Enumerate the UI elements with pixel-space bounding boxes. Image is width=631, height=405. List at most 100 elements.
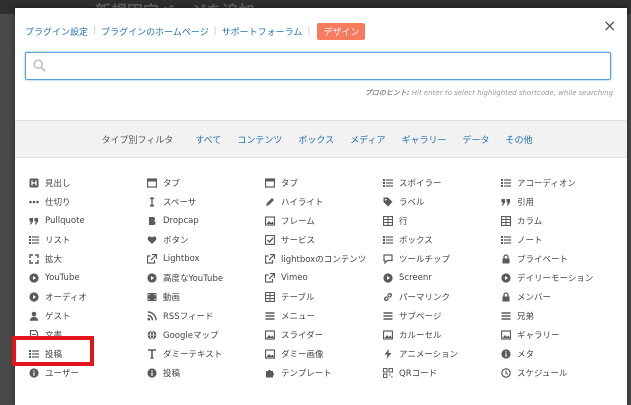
shortcode-item[interactable]: フレーム <box>265 211 383 230</box>
close-button[interactable]: × <box>603 16 616 35</box>
pencil-icon <box>265 197 275 207</box>
shortcode-item-label: 行 <box>399 216 408 227</box>
shortcode-item[interactable]: Dropcap <box>147 211 265 230</box>
shortcode-item[interactable]: メニュー <box>265 307 383 326</box>
filter-data[interactable]: データ <box>462 133 489 146</box>
shortcode-item[interactable]: スライダー <box>265 326 383 345</box>
shortcode-item[interactable]: ツールチップ <box>383 249 501 268</box>
shortcode-item[interactable]: 動画 <box>147 288 265 307</box>
shortcode-item[interactable]: Vimeo <box>265 268 383 287</box>
shortcode-item[interactable]: 高度なYouTube <box>147 268 265 287</box>
shortcode-item[interactable]: Googleマップ <box>147 326 265 345</box>
shortcode-item[interactable]: ボックス <box>383 230 501 249</box>
menu-icon <box>383 311 393 321</box>
table-icon <box>265 292 275 303</box>
info-icon <box>29 368 39 379</box>
shortcode-item[interactable]: デイリーモーション <box>501 268 619 287</box>
image-icon <box>265 330 275 340</box>
shortcode-item-label: スライダー <box>281 331 324 342</box>
shortcode-item[interactable]: スポイラー <box>383 173 501 192</box>
shortcode-item[interactable]: テンプレート <box>265 364 383 383</box>
shortcode-item[interactable]: lightboxのコンテンツ <box>265 249 383 268</box>
shortcode-item[interactable]: ダミー画像 <box>265 345 383 364</box>
admin-background-left <box>0 14 15 405</box>
shortcode-item-label: 兄弟 <box>517 312 535 323</box>
shortcode-item[interactable]: 文書 <box>29 326 147 345</box>
shortcode-item[interactable]: メンバー <box>501 288 619 307</box>
list-icon <box>383 178 393 188</box>
link-icon <box>383 292 393 302</box>
shortcode-item[interactable]: プライベート <box>501 249 619 268</box>
qr-icon <box>383 368 393 379</box>
filter-gallery[interactable]: ギャラリー <box>401 133 446 146</box>
shortcode-item[interactable]: アニメーション <box>383 345 501 364</box>
shortcode-item[interactable]: スペーサ <box>147 192 265 211</box>
shortcode-item-label: プライベート <box>517 254 569 265</box>
shortcode-item[interactable]: ラベル <box>383 192 501 211</box>
filter-box[interactable]: ボックス <box>298 133 334 146</box>
list-icon <box>29 349 39 359</box>
filter-all[interactable]: すべて <box>195 133 221 146</box>
shortcode-item[interactable]: スケジュール <box>501 364 619 383</box>
shortcode-item[interactable]: タブ <box>147 173 265 192</box>
shortcode-item[interactable]: ギャラリー <box>501 326 619 345</box>
shortcode-item-label: 投稿 <box>163 369 181 380</box>
link-separator: | <box>93 26 97 36</box>
shortcode-item[interactable]: 拡大 <box>29 249 147 268</box>
shortcode-item[interactable]: 見出し <box>29 173 147 192</box>
shortcode-item-label: Googleマップ <box>163 331 219 342</box>
shortcode-item[interactable]: オーディオ <box>29 288 147 307</box>
shortcode-item-label: リスト <box>45 235 71 246</box>
lock-icon <box>501 292 511 302</box>
shortcode-item[interactable]: カラム <box>501 211 619 230</box>
shortcode-item-label: パーマリンク <box>399 293 451 304</box>
shortcode-item[interactable]: Lightbox <box>147 249 265 268</box>
shortcode-item[interactable]: ハイライト <box>265 192 383 211</box>
filter-other[interactable]: その他 <box>505 133 532 146</box>
shortcode-item[interactable]: 引用 <box>501 192 619 211</box>
plugin-home-link[interactable]: プラグインのホームページ <box>101 25 209 38</box>
image-icon <box>383 330 393 340</box>
shortcode-item-label: ラベル <box>399 197 425 208</box>
shortcode-item[interactable]: ユーザー <box>29 364 147 383</box>
shortcode-item[interactable]: サブページ <box>383 307 501 326</box>
shortcode-item[interactable]: ゲスト <box>29 307 147 326</box>
shortcode-item[interactable]: YouTube <box>29 268 147 287</box>
shortcode-grid: 見出し タブ タブ スポイラー アコーディオン 仕切り スペーサ ハイライト ラベル 引用 Pull… <box>29 173 619 383</box>
shortcode-item[interactable]: パーマリンク <box>383 288 501 307</box>
shortcode-item-label: メンバー <box>517 293 552 304</box>
shortcode-item[interactable]: メタ <box>501 345 619 364</box>
filter-content[interactable]: コンテンツ <box>237 133 282 146</box>
search-input[interactable] <box>52 55 606 79</box>
quote-icon <box>29 216 39 226</box>
shortcode-item[interactable]: ダミーテキスト <box>147 345 265 364</box>
shortcode-item-label: メタ <box>517 350 535 361</box>
shortcode-item[interactable]: Pullquote <box>29 211 147 230</box>
shortcode-item[interactable]: RSSフィード <box>147 307 265 326</box>
shortcode-item[interactable]: サービス <box>265 230 383 249</box>
support-forum-link[interactable]: サポートフォーラム <box>222 25 303 38</box>
shortcode-item[interactable]: リスト <box>29 230 147 249</box>
filter-media[interactable]: メディア <box>350 133 385 146</box>
shortcode-item[interactable]: カルーセル <box>383 326 501 345</box>
admin-background-right <box>627 14 631 405</box>
search-box[interactable] <box>25 52 611 80</box>
info-icon <box>147 368 157 379</box>
shortcode-item[interactable]: ボタン <box>147 230 265 249</box>
menu-icon <box>265 311 275 321</box>
shortcode-item[interactable]: QRコード <box>383 364 501 383</box>
shortcode-item[interactable]: アコーディオン <box>501 173 619 192</box>
designer-button[interactable]: デザイン <box>317 22 366 40</box>
shortcode-item[interactable]: Screenr <box>383 268 501 287</box>
shortcode-item[interactable]: 仕切り <box>29 192 147 211</box>
shortcode-item[interactable]: タブ <box>265 173 383 192</box>
plugin-settings-link[interactable]: プラグイン設定 <box>25 25 88 38</box>
shortcode-item[interactable]: 行 <box>383 211 501 230</box>
shortcode-item[interactable]: ノート <box>501 230 619 249</box>
shortcode-item-label: ボタン <box>163 235 189 246</box>
shortcode-item[interactable]: 兄弟 <box>501 307 619 326</box>
shortcode-item[interactable]: テーブル <box>265 288 383 307</box>
shortcode-item[interactable]: 投稿 <box>29 345 147 364</box>
shortcode-item[interactable]: 投稿 <box>147 364 265 383</box>
shortcode-item-label: 文書 <box>45 331 63 342</box>
